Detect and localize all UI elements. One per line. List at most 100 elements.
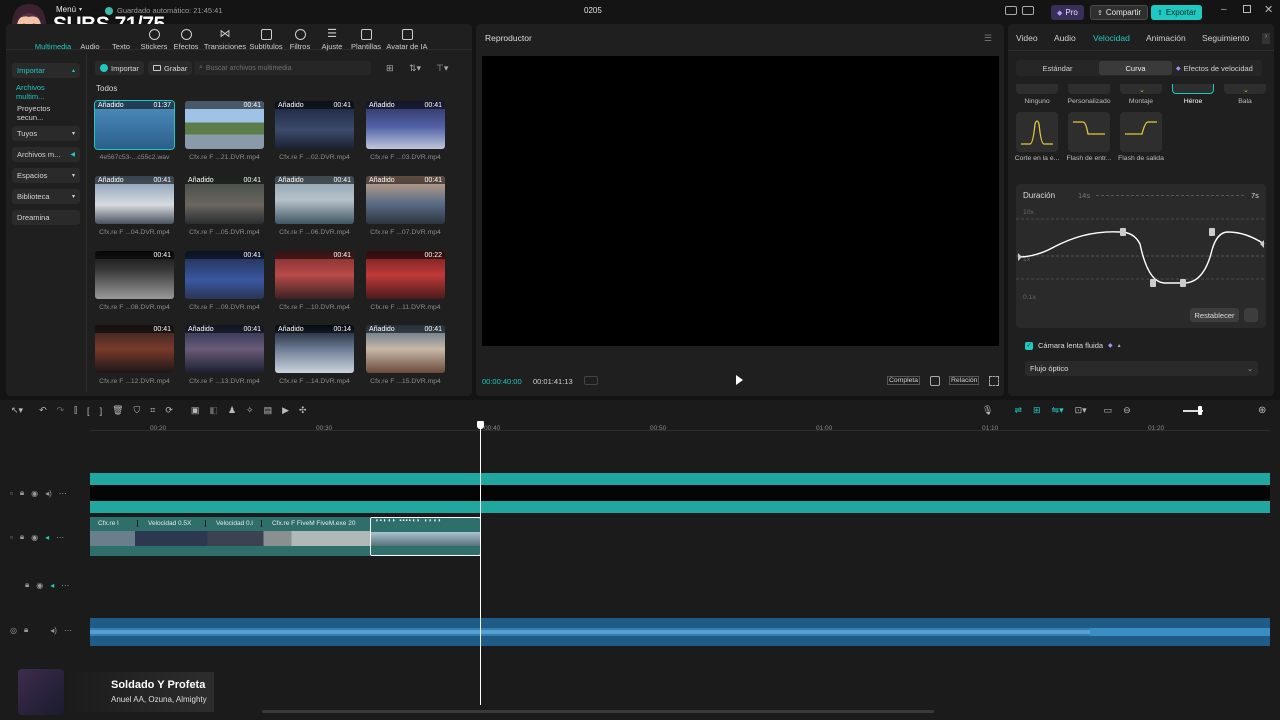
more-icon[interactable]: ⋯: [64, 626, 72, 635]
full-quality-button[interactable]: Completa: [887, 376, 921, 385]
zoom-out-icon[interactable]: ⊖: [1123, 405, 1131, 416]
grid-view-icon[interactable]: ⊞: [386, 63, 394, 74]
tab-speed[interactable]: Velocidad: [1093, 33, 1146, 43]
video-viewport[interactable]: [482, 56, 999, 346]
sidebar-item-yours[interactable]: Tuyos ▾: [12, 126, 80, 141]
media-item[interactable]: Añadido 00:41 Cfx.re F ...03.DVR.mp4: [366, 101, 445, 161]
media-item[interactable]: 00:41 Cfx.re F ...12.DVR.mp4: [95, 325, 174, 385]
media-item[interactable]: Añadido 00:41 Cfx.re F ...15.DVR.mp4: [366, 325, 445, 385]
media-item[interactable]: Añadido 00:14 Cfx.re F ...14.DVR.mp4: [275, 325, 354, 385]
timeline-scrollbar[interactable]: [262, 710, 934, 713]
link-icon[interactable]: ⇋▾: [1052, 405, 1064, 416]
cover-icon[interactable]: ▫: [10, 533, 13, 542]
split-right-icon[interactable]: ]: [100, 406, 103, 416]
tool-filters[interactable]: Filtros: [284, 29, 316, 51]
cover-icon[interactable]: ▫: [10, 489, 13, 498]
preset-flash-out-tile[interactable]: [1120, 112, 1162, 152]
ai-edit-icon[interactable]: ▶: [282, 405, 289, 416]
media-thumbnail[interactable]: Añadido 00:41: [275, 176, 354, 224]
preview-axis-icon[interactable]: ⊡▾: [1075, 405, 1087, 416]
subtab-speed-effects[interactable]: ◆ Efectos de velocidad: [1172, 64, 1253, 73]
lock-icon[interactable]: 🔒︎: [24, 625, 28, 635]
snap-icon[interactable]: ⊞: [1033, 405, 1041, 416]
marker-icon[interactable]: ⛉: [134, 405, 141, 416]
audio-track-icon[interactable]: ◎: [10, 626, 17, 635]
sidebar-item-spaces[interactable]: Espacios ▾: [12, 168, 80, 183]
sidebar-item-media-archives[interactable]: Archivos m... ◀: [12, 147, 80, 162]
lock-icon[interactable]: 🔒︎: [25, 580, 29, 590]
layout-icon[interactable]: [1005, 6, 1017, 15]
freeze-icon[interactable]: ▣: [191, 405, 200, 416]
link-main-icon[interactable]: ⇌: [1014, 405, 1022, 416]
media-thumbnail[interactable]: Añadido 01:37: [94, 100, 175, 150]
tool-text[interactable]: Texto: [104, 29, 138, 51]
media-thumbnail[interactable]: 00:22: [366, 251, 445, 299]
magic-icon[interactable]: ✧: [246, 405, 254, 416]
speaker-icon[interactable]: ◂: [50, 581, 54, 590]
preset-flash-in-tile[interactable]: [1068, 112, 1110, 152]
tool-ai-avatar[interactable]: Avatar de IA: [384, 29, 430, 51]
subtab-curve[interactable]: Curva: [1099, 61, 1172, 75]
sidebar-item-media-files[interactable]: Archivos multim...: [11, 83, 80, 101]
tab-audio[interactable]: Audio: [1054, 33, 1093, 43]
tab-tracking[interactable]: Seguimiento: [1202, 33, 1262, 43]
media-item[interactable]: 00:41 Cfx.re F ...08.DVR.mp4: [95, 251, 174, 311]
sidebar-item-library[interactable]: Biblioteca ▾: [12, 189, 80, 204]
media-item[interactable]: Añadido 00:41 Cfx.re F ...13.DVR.mp4: [185, 325, 264, 385]
speaker-icon[interactable]: ◂): [50, 626, 57, 635]
split-left-icon[interactable]: [: [87, 406, 90, 416]
media-thumbnail[interactable]: 00:41: [95, 325, 174, 373]
sidebar-item-secondary-projects[interactable]: Proyectos secun...: [12, 104, 80, 122]
tab-animation[interactable]: Animación: [1146, 33, 1202, 43]
preset-jump-cut-tile[interactable]: [1016, 112, 1058, 152]
undo-icon[interactable]: ↶: [39, 405, 47, 416]
mirror-icon[interactable]: ◧: [209, 405, 218, 416]
tool-effects[interactable]: Efectos: [170, 29, 202, 51]
lock-icon[interactable]: 🔒︎: [20, 488, 24, 498]
lock-icon[interactable]: 🔒︎: [20, 532, 24, 542]
delete-icon[interactable]: 🗑: [112, 405, 123, 416]
export-button[interactable]: ⇧ Exportar: [1151, 5, 1203, 20]
speed-icon[interactable]: ⟳: [165, 405, 173, 416]
media-thumbnail[interactable]: Añadido 00:14: [275, 325, 354, 373]
minimize-icon[interactable]: –: [1221, 4, 1227, 15]
preset-none-tile[interactable]: [1016, 84, 1058, 94]
pointer-icon[interactable]: ↖▾: [11, 405, 23, 416]
playhead-handle[interactable]: [477, 421, 484, 429]
play-icon[interactable]: [736, 375, 743, 385]
eye-icon[interactable]: ◉: [31, 533, 38, 542]
media-thumbnail[interactable]: Añadido 00:41: [366, 101, 445, 149]
tool-transitions[interactable]: ⋈ Transiciones: [202, 29, 248, 52]
playhead[interactable]: [480, 422, 481, 705]
tab-video[interactable]: Video: [1016, 33, 1054, 43]
selected-clip[interactable]: ◖▪◗◖◗ ▪▪▪▪◖◗ ◖◗◖◗: [370, 517, 481, 556]
zoom-slider-handle[interactable]: [1198, 406, 1202, 415]
media-thumbnail[interactable]: Añadido 00:41: [185, 176, 264, 224]
fullscreen-icon[interactable]: [989, 376, 999, 386]
ratio-button[interactable]: Relación: [949, 376, 980, 385]
media-item[interactable]: Añadido 01:37 4e567c53-...c55c2.wav: [94, 100, 175, 161]
eye-icon[interactable]: ◉: [36, 581, 43, 590]
tool-templates[interactable]: Plantillas: [348, 29, 384, 51]
close-icon[interactable]: ✕: [1264, 3, 1273, 16]
list-icon[interactable]: [1022, 6, 1034, 15]
sidebar-item-dreamina[interactable]: Dreamina: [12, 210, 80, 225]
keyframe-button[interactable]: [1244, 308, 1258, 322]
media-item[interactable]: Añadido 00:41 Cfx.re F ...04.DVR.mp4: [95, 176, 174, 236]
tool-audio[interactable]: Audio: [76, 29, 104, 51]
clip-label[interactable]: Cfx.re l: [90, 519, 138, 527]
sidebar-item-import[interactable]: Importar ▴: [12, 63, 80, 78]
record-button[interactable]: Grabar: [148, 61, 193, 75]
media-thumbnail[interactable]: Añadido 00:41: [185, 325, 264, 373]
flow-method-select[interactable]: Flujo óptico ⌄: [1025, 361, 1258, 376]
clip-label[interactable]: Velocidad 0.5X: [138, 519, 206, 527]
split-icon[interactable]: ⫿: [74, 405, 77, 416]
microphone-icon[interactable]: 🎙: [982, 405, 993, 416]
speed-curve[interactable]: [1016, 200, 1266, 310]
media-thumbnail[interactable]: 00:41: [185, 101, 264, 149]
preset-hero-tile[interactable]: [1172, 84, 1214, 94]
speaker-icon[interactable]: ◂): [45, 489, 52, 498]
subtitle-icon[interactable]: ▤: [264, 405, 273, 416]
share-button[interactable]: ⇪ Compartir: [1090, 5, 1148, 20]
media-item[interactable]: 00:22 Cfx.re F ...11.DVR.mp4: [366, 251, 445, 311]
